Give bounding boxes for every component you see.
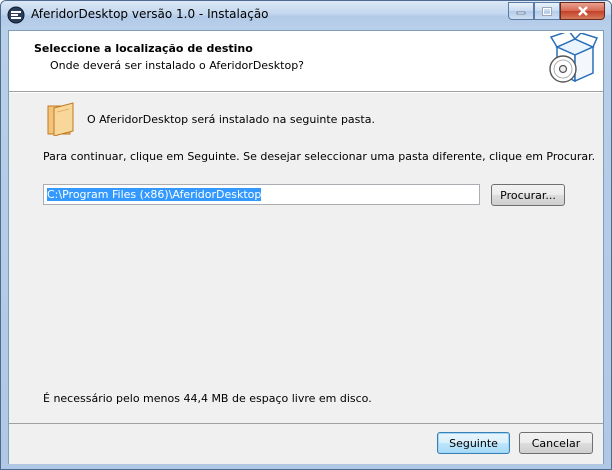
disk-space-requirement: É necessário pelo menos 44,4 MB de espaç… [43, 392, 372, 405]
next-button-label: Seguinte [449, 436, 498, 450]
wizard-header: Seleccione a localização de destino Onde… [9, 31, 603, 92]
page-subtitle: Onde deverá ser instalado o AferidorDesk… [50, 59, 305, 72]
browse-button[interactable]: Procurar... [491, 184, 565, 206]
minimize-icon [516, 11, 526, 15]
page-title: Seleccione a localização de destino [34, 42, 253, 55]
next-button[interactable]: Seguinte [437, 432, 510, 454]
install-folder-info: O AferidorDesktop será instalado na segu… [87, 113, 375, 126]
wizard-body: O AferidorDesktop será instalado na segu… [9, 93, 603, 423]
caption-buttons [508, 2, 605, 20]
instructions-text: Para continuar, clique em Seguinte. Se d… [43, 150, 596, 163]
wizard-client-area: Seleccione a localização de destino Onde… [8, 30, 604, 464]
window-title: AferidorDesktop versão 1.0 - Instalação [31, 7, 269, 21]
destination-path-input[interactable]: C:\Program Files (x86)\AferidorDesktop [43, 184, 480, 205]
maximize-icon [542, 6, 552, 16]
title-bar[interactable]: AferidorDesktop versão 1.0 - Instalação [1, 1, 611, 29]
installer-window: AferidorDesktop versão 1.0 - Instalação … [0, 0, 612, 470]
setup-box-disc-icon [549, 33, 599, 83]
wizard-footer: Seguinte Cancelar [9, 423, 603, 464]
close-icon [577, 6, 588, 16]
maximize-button[interactable] [534, 2, 560, 20]
cancel-button[interactable]: Cancelar [519, 432, 593, 454]
cancel-button-label: Cancelar [531, 436, 581, 450]
close-button[interactable] [560, 2, 605, 20]
app-icon [7, 6, 25, 24]
destination-path-value: C:\Program Files (x86)\AferidorDesktop [47, 188, 262, 201]
folder-icon [47, 102, 74, 136]
browse-button-label: Procurar... [500, 188, 556, 202]
minimize-button[interactable] [508, 2, 534, 20]
